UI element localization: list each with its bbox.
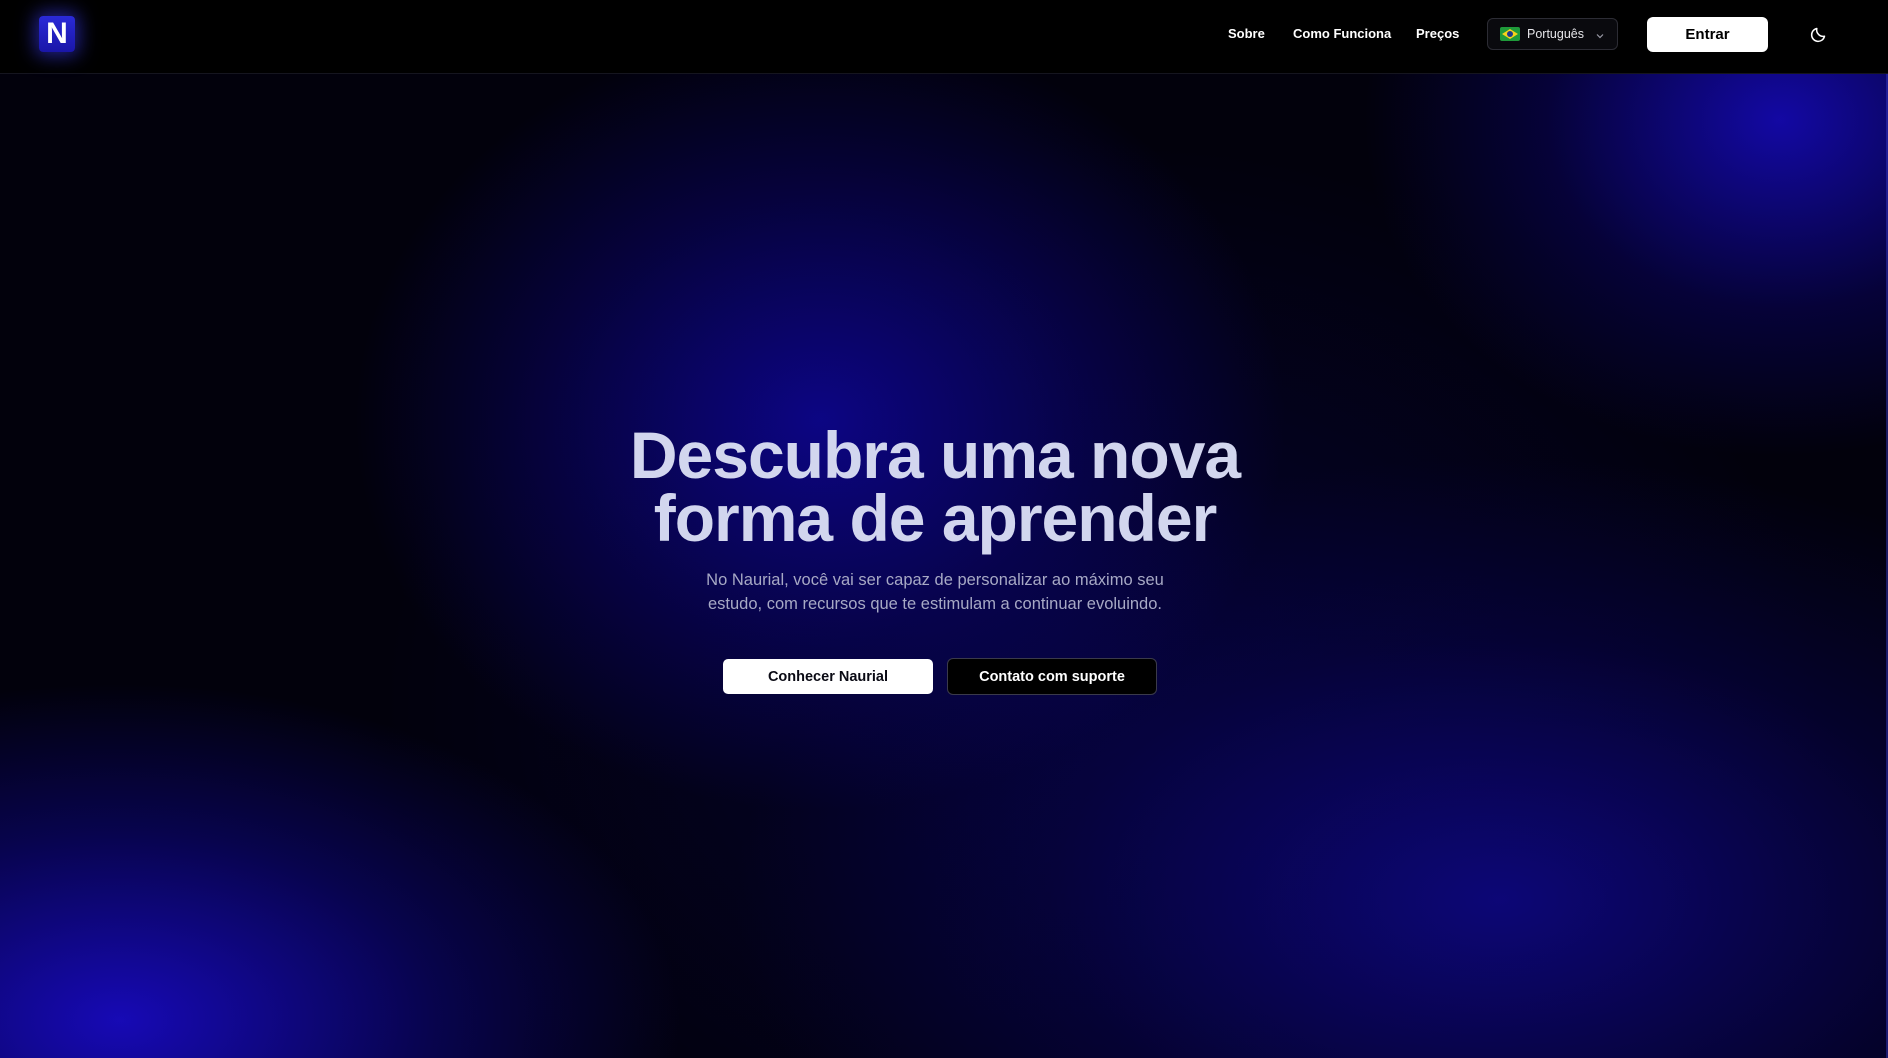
contact-support-button[interactable]: Contato com suporte <box>947 658 1157 695</box>
language-label: Português <box>1527 27 1584 41</box>
login-button[interactable]: Entrar <box>1647 17 1768 52</box>
brazil-flag-icon <box>1500 27 1520 41</box>
nav-link-como-funciona[interactable]: Como Funciona <box>1293 26 1391 41</box>
hero-subtitle-line-1: No Naurial, você vai ser capaz de person… <box>706 571 1164 589</box>
hero-title-line-2: forma de aprender <box>653 481 1217 555</box>
nav-link-sobre[interactable]: Sobre <box>1228 26 1265 41</box>
chevron-down-icon <box>1595 28 1605 39</box>
logo[interactable]: N <box>39 16 75 52</box>
landing-page: N Sobre Como Funciona Preços Português E… <box>0 0 1888 1058</box>
moon-icon[interactable] <box>1809 24 1829 44</box>
hero-subtitle-line-2: estudo, com recursos que te estimulam a … <box>708 595 1162 613</box>
language-select[interactable]: Português <box>1487 18 1618 50</box>
hero-subtitle: No Naurial, você vai ser capaz de person… <box>0 568 1870 616</box>
conhecer-naurial-button[interactable]: Conhecer Naurial <box>723 659 933 694</box>
hero-title: Descubra uma nova forma de aprender <box>0 422 1870 551</box>
nav-link-precos[interactable]: Preços <box>1416 26 1459 41</box>
top-navbar: N Sobre Como Funciona Preços Português E… <box>0 0 1888 74</box>
